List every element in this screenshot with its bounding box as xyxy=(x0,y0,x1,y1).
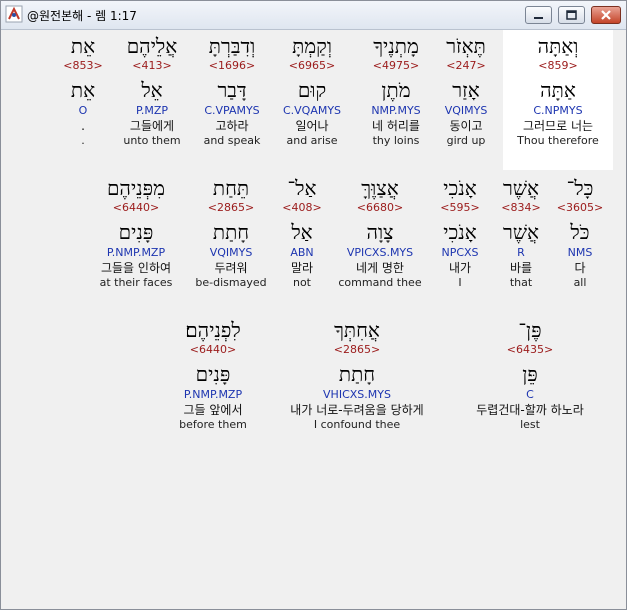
english-gloss: and arise xyxy=(286,134,338,147)
strong-number[interactable]: <859> xyxy=(512,59,604,73)
lemma: פֵּן xyxy=(522,362,538,386)
strong-number[interactable]: <6965> xyxy=(266,59,358,73)
lemma: אַתָּה xyxy=(540,78,576,102)
english-gloss: before them xyxy=(179,418,247,431)
korean-gloss: . xyxy=(81,119,85,133)
hebrew-word: מִפְּנֵיהֶם xyxy=(106,176,166,200)
korean-gloss: 일어나 xyxy=(295,119,329,133)
strong-number[interactable]: <595> xyxy=(414,201,506,215)
english-gloss: I confound thee xyxy=(313,418,401,431)
close-icon xyxy=(601,10,611,20)
minimize-button[interactable] xyxy=(525,6,552,24)
word-r1-5[interactable]: וְדִבַּרְתָּ <1696> דָּבַר C.VPAMYS 고하라 … xyxy=(186,33,278,148)
word-r1-7[interactable]: אֵת <853> אֵת O . . xyxy=(37,33,129,148)
parsing-code: P.NMP.MZP xyxy=(106,246,166,259)
english-gloss: lest xyxy=(520,418,540,431)
lemma: אָנֹכִי xyxy=(443,220,477,244)
window-title: @원전본해 - 렘 1:17 xyxy=(27,9,137,23)
korean-gloss: 내가 xyxy=(448,261,472,275)
minimize-icon xyxy=(534,17,543,19)
english-gloss: thy loins xyxy=(372,134,420,147)
hebrew-word: וְקַמְתָּ xyxy=(292,34,332,58)
lemma: פָּנִים xyxy=(118,220,154,244)
word-r3-3[interactable]: לִפְנֵיהֶם׃ <6440> פָּנִים P.NMP.MZP 그들 … xyxy=(167,317,259,432)
parsing-code: P.NMP.MZP xyxy=(183,388,243,401)
hebrew-word: פֶּן־ xyxy=(518,318,542,342)
strong-number[interactable]: <2865> xyxy=(185,201,277,215)
strong-number[interactable]: <1696> xyxy=(186,59,278,73)
word-r1-1[interactable]: וְאַתָּה <859> אַתָּה C.NPMYS 그러므로 너는 Th… xyxy=(512,33,604,148)
word-r1-4[interactable]: וְקַמְתָּ <6965> קוּם C.VQAMYS 일어나 and a… xyxy=(266,33,358,148)
word-r2-7[interactable]: מִפְּנֵיהֶם <6440> פָּנִים P.NMP.MZP 그들을… xyxy=(90,175,182,290)
title-bar[interactable]: @원전본해 - 렘 1:17 xyxy=(1,1,626,30)
parsing-code: C.NPMYS xyxy=(533,104,583,117)
lemma: חָתַת xyxy=(212,220,250,244)
right-margin xyxy=(613,30,625,603)
parsing-code: O xyxy=(78,104,88,117)
korean-gloss: 네 허리를 xyxy=(372,119,420,133)
english-gloss: I xyxy=(458,276,462,289)
hebrew-word: אֲחִתְּךָ xyxy=(334,318,380,342)
strong-number[interactable]: <2865> xyxy=(269,343,445,357)
lemma: חָתַת xyxy=(338,362,376,386)
hebrew-word: אָנֹכִי xyxy=(443,176,477,200)
parsing-code: C.VQAMYS xyxy=(282,104,342,117)
english-gloss: be-dismayed xyxy=(195,276,267,289)
korean-gloss: 그러므로 너는 xyxy=(522,119,594,133)
lemma: פָּנִים xyxy=(195,362,231,386)
english-gloss: . xyxy=(81,134,85,147)
lemma: אֵת xyxy=(70,78,96,102)
hebrew-word: וְאַתָּה xyxy=(537,34,579,58)
english-gloss: and speak xyxy=(203,134,261,147)
hebrew-word: אֵת xyxy=(70,34,96,58)
word-r2-3[interactable]: אָנֹכִי <595> אָנֹכִי NPCXS 내가 I xyxy=(414,175,506,290)
hebrew-word: לִפְנֵיהֶם׃ xyxy=(185,318,241,342)
maximize-icon xyxy=(566,10,577,20)
strong-number[interactable]: <6440> xyxy=(90,201,182,215)
parsing-code: C xyxy=(526,388,534,401)
korean-gloss: 그들을 인하여 xyxy=(100,261,172,275)
strong-number[interactable]: <6440> xyxy=(167,343,259,357)
maximize-button[interactable] xyxy=(558,6,585,24)
strong-number[interactable]: <6435> xyxy=(459,343,601,357)
korean-gloss: 두렵건대-할까 하노라 xyxy=(476,403,584,417)
strong-number[interactable]: <4975> xyxy=(350,59,442,73)
hebrew-word: תֵּחַת xyxy=(212,176,250,200)
english-gloss: at their faces xyxy=(99,276,173,289)
lemma: דָּבַר xyxy=(217,78,247,102)
app-logo-icon xyxy=(5,5,23,23)
hebrew-word: וְדִבַּרְתָּ xyxy=(208,34,256,58)
interlinear-panel: וְאַתָּה <859> אַתָּה C.NPMYS 그러므로 너는 Th… xyxy=(7,30,613,603)
close-button[interactable] xyxy=(591,6,621,24)
lemma: מֹתֶן xyxy=(381,78,411,102)
parsing-code: VQIMYS xyxy=(209,246,253,259)
hebrew-word: מָתְנֶיךָ xyxy=(373,34,419,58)
word-r3-2[interactable]: אֲחִתְּךָ <2865> חָתַת VHICXS.MYS 내가 너로-… xyxy=(269,317,445,432)
parsing-code: C.VPAMYS xyxy=(204,104,260,117)
parsing-code: NMP.MYS xyxy=(371,104,421,117)
strong-number[interactable]: <853> xyxy=(37,59,129,73)
korean-gloss: 내가 너로-두려움을 당하게 xyxy=(290,403,424,417)
parsing-code: VHICXS.MYS xyxy=(323,388,391,401)
korean-gloss: 두려워 xyxy=(214,261,248,275)
word-r3-1[interactable]: פֶּן־ <6435> פֵּן C 두렵건대-할까 하노라 lest xyxy=(459,317,601,432)
korean-gloss: 고하라 xyxy=(215,119,249,133)
parsing-code: NPCXS xyxy=(441,246,479,259)
word-r1-3[interactable]: מָתְנֶיךָ <4975> מֹתֶן NMP.MYS 네 허리를 thy… xyxy=(350,33,442,148)
word-r2-6[interactable]: תֵּחַת <2865> חָתַת VQIMYS 두려워 be-dismay… xyxy=(185,175,277,290)
lemma: קוּם xyxy=(297,78,327,102)
app-window: @원전본해 - 렘 1:17 וְאַתָּה <859> אַתָּה C.N… xyxy=(0,0,627,610)
korean-gloss: 그들 앞에서 xyxy=(183,403,243,417)
english-gloss: Thou therefore xyxy=(517,134,599,147)
